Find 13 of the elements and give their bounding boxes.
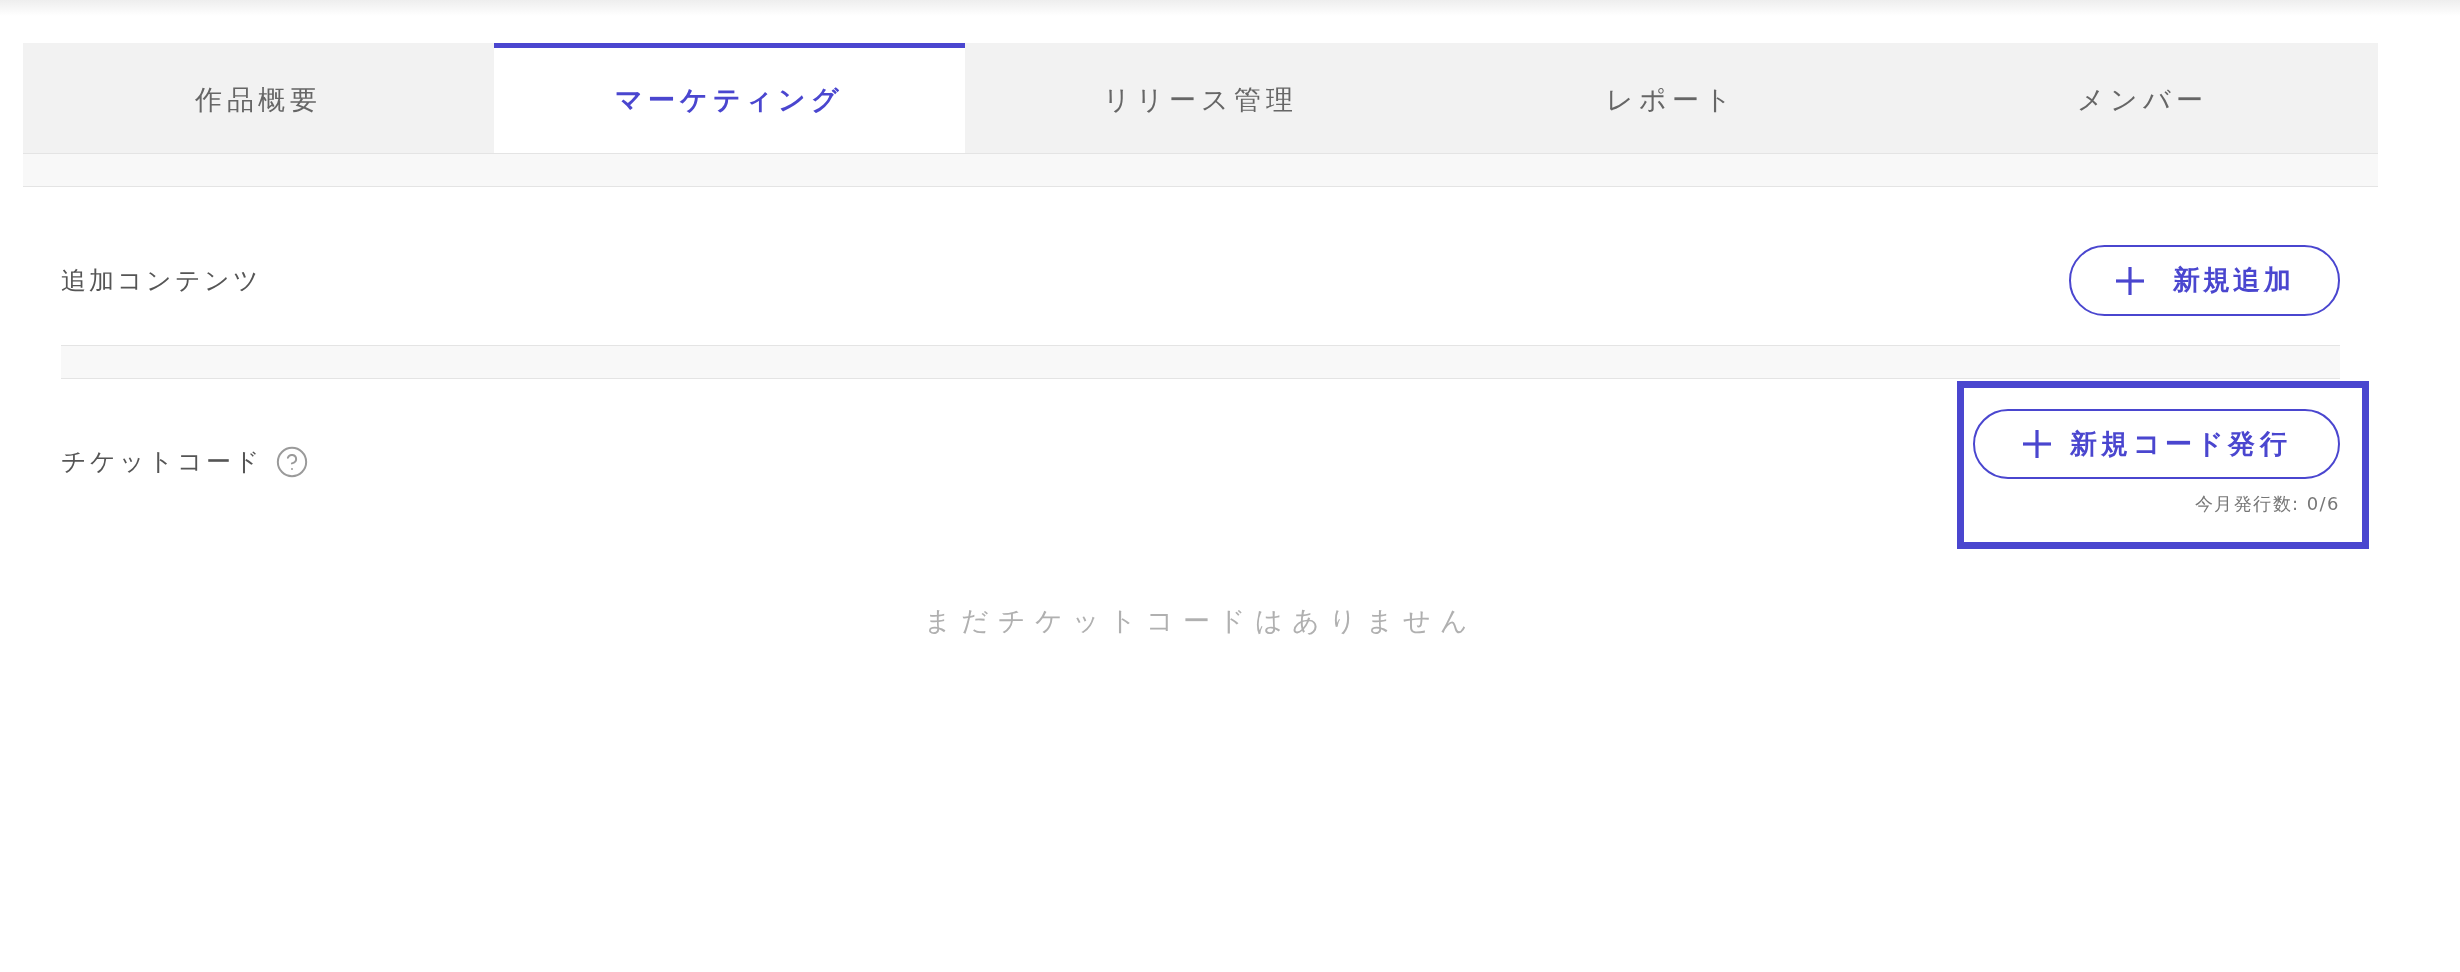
add-new-button[interactable]: 新規追加 — [2069, 245, 2340, 316]
tab[interactable]: メンバー — [1907, 43, 2378, 153]
tab[interactable]: 作品概要 — [23, 43, 494, 153]
tab[interactable]: レポート — [1436, 43, 1907, 153]
plus-icon — [2021, 429, 2052, 459]
help-icon[interactable] — [275, 445, 309, 479]
section-title: 追加コンテンツ — [61, 264, 262, 297]
tab[interactable]: リリース管理 — [965, 43, 1436, 153]
empty-message: まだチケットコードはありません — [924, 604, 1477, 638]
issue-code-button[interactable]: 新規コード発行 — [1973, 409, 2340, 479]
plus-icon — [2115, 265, 2145, 296]
monthly-issue-count: 今月発行数: 0/6 — [2194, 493, 2340, 515]
section-title: チケットコード — [61, 446, 263, 479]
